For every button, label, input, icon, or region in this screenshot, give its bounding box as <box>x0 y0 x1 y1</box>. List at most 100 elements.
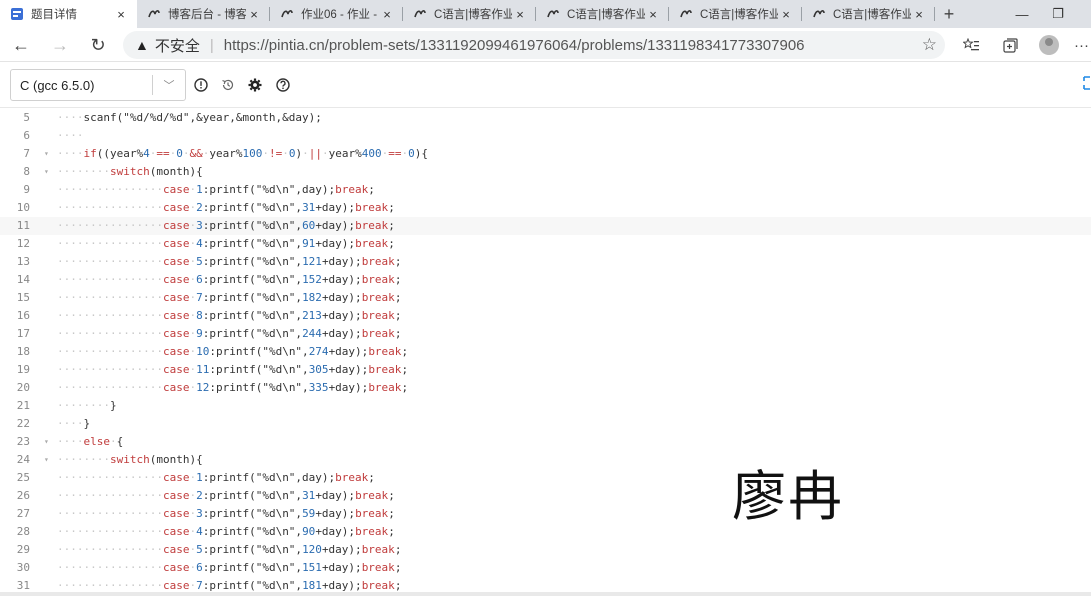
tab-close-icon[interactable]: × <box>512 7 528 22</box>
keyword-token: == <box>156 147 170 160</box>
code-token: :printf("%d\n", <box>202 255 303 268</box>
line-number: 8 <box>23 165 30 178</box>
tab-c-blog-3[interactable]: C语言|博客作业 × <box>669 0 802 28</box>
whitespace-marker: ········ <box>57 165 110 178</box>
back-button[interactable]: ← <box>6 28 36 62</box>
number-token: 0 <box>408 147 415 160</box>
code-line[interactable]: 22 ····} <box>0 415 1091 433</box>
code-text: ····else·{ <box>57 433 123 451</box>
code-line[interactable]: 12 ················case·4:printf("%d\n",9… <box>0 235 1091 253</box>
info-icon[interactable] <box>190 74 212 96</box>
whitespace-marker: · <box>110 435 117 448</box>
url-text[interactable]: https://pintia.cn/problem-sets/133119209… <box>224 37 805 54</box>
code-line[interactable]: 8 ▾ ········switch(month){ <box>0 163 1091 181</box>
code-line[interactable]: 16 ················case·8:printf("%d\n",2… <box>0 307 1091 325</box>
code-text: ················case·7:printf("%d\n",181… <box>57 577 401 592</box>
forward-button[interactable]: → <box>45 28 75 62</box>
whitespace-marker: ················ <box>57 255 163 268</box>
tab-c-blog-4[interactable]: C语言|博客作业 × <box>802 0 935 28</box>
tab-c-blog-1[interactable]: C语言|博客作业 × <box>403 0 536 28</box>
tab-homework[interactable]: 作业06 - 作业 - × <box>270 0 403 28</box>
code-line[interactable]: 5 ····scanf("%d/%d/%d",&year,&month,&day)… <box>0 109 1091 127</box>
chevron-down-icon[interactable]: ﹀ <box>153 77 185 93</box>
tab-close-icon[interactable]: × <box>778 7 794 22</box>
tab-problem-details[interactable]: 题目详情 × <box>0 0 137 28</box>
code-line[interactable]: 24 ▾ ········switch(month){ <box>0 451 1091 469</box>
fold-arrow-icon[interactable]: ▾ <box>44 163 49 181</box>
code-line[interactable]: 19 ················case·11:printf("%d\n",… <box>0 361 1091 379</box>
code-line[interactable]: 15 ················case·7:printf("%d\n",1… <box>0 289 1091 307</box>
number-token: 9 <box>196 327 203 340</box>
history-icon[interactable] <box>217 74 239 96</box>
code-line[interactable]: 21 ········} <box>0 397 1091 415</box>
code-token: +day); <box>315 201 356 214</box>
minimize-button[interactable]: — <box>1004 0 1040 28</box>
code-line[interactable]: 7 ▾ ····if((year%4·==·0·&&·year%100·!=·0)·… <box>0 145 1091 163</box>
number-token: 182 <box>302 291 322 304</box>
warning-icon[interactable]: ▲ <box>135 37 149 53</box>
code-line[interactable]: 14 ················case·6:printf("%d\n",1… <box>0 271 1091 289</box>
keyword-token: case <box>162 219 190 232</box>
whitespace-marker: · <box>302 147 309 160</box>
code-text: ················case·11:printf("%d\n",30… <box>57 361 408 379</box>
profile-avatar[interactable] <box>1034 28 1064 62</box>
code-token: :printf("%d\n", <box>202 219 303 232</box>
fold-arrow-icon[interactable]: ▾ <box>44 433 49 451</box>
code-line[interactable]: 27 ················case·3:printf("%d\n",5… <box>0 505 1091 523</box>
code-token: +day); <box>321 579 362 592</box>
line-number: 28 <box>16 525 30 538</box>
tab-close-icon[interactable]: × <box>246 7 262 22</box>
fold-arrow-icon[interactable]: ▾ <box>44 145 49 163</box>
favorites-list-icon[interactable] <box>956 28 986 62</box>
fullscreen-icon[interactable] <box>1083 76 1091 93</box>
code-line[interactable]: 10 ················case·2:printf("%d\n",3… <box>0 199 1091 217</box>
line-number: 24 <box>16 453 30 466</box>
tab-blog-admin[interactable]: 博客后台 - 博客 × <box>137 0 270 28</box>
code-line[interactable]: 20 ················case·12:printf("%d\n",… <box>0 379 1091 397</box>
restore-button[interactable]: ❐ <box>1040 0 1076 28</box>
settings-gear-icon[interactable] <box>244 74 266 96</box>
help-icon[interactable] <box>272 74 294 96</box>
tab-close-icon[interactable]: × <box>379 7 395 22</box>
cnblogs-favicon-icon <box>546 7 560 21</box>
line-number: 11 <box>16 219 30 232</box>
code-line[interactable]: 17 ················case·9:printf("%d\n",2… <box>0 325 1091 343</box>
collections-icon[interactable] <box>995 28 1025 62</box>
code-token: year% <box>328 147 362 160</box>
code-token: +day); <box>321 543 362 556</box>
number-token: 213 <box>302 309 322 322</box>
more-menu-icon[interactable]: ··· <box>1072 28 1091 62</box>
number-token: 6 <box>196 561 203 574</box>
code-line[interactable]: 9 ················case·1:printf("%d\n",da… <box>0 181 1091 199</box>
language-select[interactable]: C (gcc 6.5.0) ﹀ <box>10 69 186 101</box>
code-token: +day); <box>328 381 369 394</box>
code-token: +day); <box>328 345 369 358</box>
code-line[interactable]: 18 ················case·10:printf("%d\n",… <box>0 343 1091 361</box>
tab-close-icon[interactable]: × <box>911 7 927 22</box>
code-text: ················case·7:printf("%d\n",182… <box>57 289 401 307</box>
cnblogs-favicon-icon <box>812 7 826 21</box>
tab-close-icon[interactable]: × <box>645 7 661 22</box>
fold-arrow-icon[interactable]: ▾ <box>44 451 49 469</box>
code-line[interactable]: 31 ················case·7:printf("%d\n",1… <box>0 577 1091 592</box>
favorite-star-icon[interactable]: ☆ <box>922 35 937 55</box>
code-line[interactable]: 30 ················case·6:printf("%d\n",1… <box>0 559 1091 577</box>
new-tab-button[interactable]: + <box>935 0 963 28</box>
code-editor[interactable]: 5 ····scanf("%d/%d/%d",&year,&month,&day)… <box>0 109 1091 592</box>
address-bar[interactable]: ▲ 不安全 | https://pintia.cn/problem-sets/1… <box>123 31 945 59</box>
tab-close-icon[interactable]: × <box>113 7 129 22</box>
security-label[interactable]: 不安全 <box>155 35 200 56</box>
code-line[interactable]: 11 ················case·3:printf("%d\n",6… <box>0 217 1091 235</box>
whitespace-marker: ················ <box>57 471 163 484</box>
code-line[interactable]: 29 ················case·5:printf("%d\n",1… <box>0 541 1091 559</box>
code-line[interactable]: 23 ▾ ····else·{ <box>0 433 1091 451</box>
code-line[interactable]: 26 ················case·2:printf("%d\n",3… <box>0 487 1091 505</box>
reload-button[interactable]: ↻ <box>83 28 113 62</box>
code-line[interactable]: 25 ················case·1:printf("%d\n",d… <box>0 469 1091 487</box>
code-line[interactable]: 13 ················case·5:printf("%d\n",1… <box>0 253 1091 271</box>
code-line[interactable]: 6 ···· <box>0 127 1091 145</box>
tab-c-blog-2[interactable]: C语言|博客作业 × <box>536 0 669 28</box>
code-line[interactable]: 28 ················case·4:printf("%d\n",9… <box>0 523 1091 541</box>
horizontal-scrollbar[interactable] <box>0 592 1091 596</box>
code-token: ; <box>368 183 375 196</box>
